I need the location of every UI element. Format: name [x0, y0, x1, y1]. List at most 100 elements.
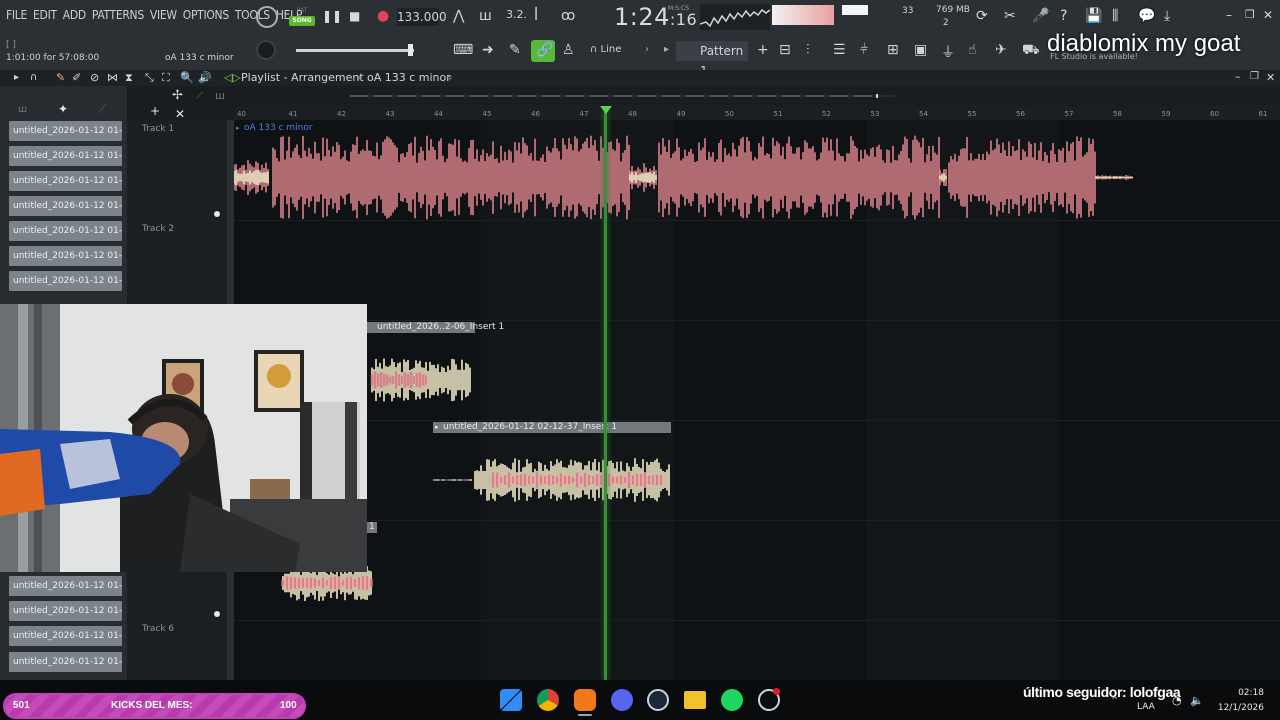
playlist-delete-icon[interactable]: ⊘ — [90, 71, 99, 84]
steam-icon[interactable] — [647, 689, 669, 711]
track-snap-icon[interactable]: ✢ — [172, 88, 183, 103]
picker-clip-item[interactable]: untitled_2026-01-12 01-... — [9, 576, 122, 596]
playlist-maximize-icon[interactable]: ❐ — [1250, 71, 1259, 82]
track-1-label[interactable]: Track 1 — [142, 124, 174, 134]
add-pattern-icon[interactable]: + — [757, 42, 769, 58]
clip-1-title[interactable]: oA 133 c minor — [234, 123, 316, 134]
windows-start-icon[interactable] — [500, 689, 522, 711]
metronome-bell-icon[interactable]: ♙ — [562, 42, 575, 58]
playhead[interactable] — [604, 110, 607, 680]
spotify-icon[interactable] — [721, 689, 743, 711]
picker-clip-item[interactable]: untitled_2026-01-12 01-... — [9, 246, 122, 266]
playlist-pattern-name[interactable]: oA 133 c minor — [367, 71, 451, 84]
playlist-menu-arrow-icon[interactable]: ▸ — [14, 72, 19, 83]
picker-clip-item[interactable]: untitled_2026-01-12 01-... — [9, 146, 122, 166]
menu-add[interactable]: ADD — [63, 8, 86, 22]
breadcrumb-arrow-icon[interactable]: › — [448, 71, 452, 84]
main-knob-icon[interactable] — [256, 6, 278, 28]
download-icon[interactable]: ⤓ — [1164, 8, 1170, 24]
chat-icon[interactable]: 💬 — [1138, 8, 1155, 24]
picker-clip-item[interactable]: untitled_2026-01-12 01-... — [9, 196, 122, 216]
playlist-playback-icon[interactable]: 🔊 — [198, 71, 212, 84]
master-volume-slider[interactable] — [296, 49, 414, 52]
playlist-slip-icon[interactable]: ⧗ — [125, 71, 133, 85]
touch-icon[interactable]: ☝ — [968, 42, 977, 58]
add-track-icon[interactable]: + — [150, 104, 160, 118]
help-icon[interactable]: ? — [1060, 8, 1067, 24]
track-6-label[interactable]: Track 6 — [142, 624, 174, 634]
master-pitch-knob-icon[interactable] — [256, 40, 276, 60]
keyboard-icon[interactable]: ⌨ — [453, 42, 473, 58]
wait-input-icon[interactable]: ꟺ — [479, 8, 492, 24]
clip-2-title[interactable]: untitled_2026..2-06_Insert 1 — [367, 322, 504, 333]
song-overview[interactable] — [350, 94, 895, 98]
remove-track-icon[interactable]: ✕ — [175, 107, 185, 121]
picker-clip-item[interactable]: untitled_2026-01-12 01-... — [9, 171, 122, 191]
track-link-icon[interactable]: ⟋ — [196, 89, 204, 103]
menu-file[interactable]: FILE — [6, 8, 27, 22]
stop-button[interactable]: ■ — [349, 9, 360, 23]
playlist-zoom-icon[interactable]: 🔍 — [180, 71, 194, 84]
track-2-label[interactable]: Track 2 — [142, 224, 174, 234]
record-button[interactable]: ● — [377, 8, 389, 24]
clip-1-waveform[interactable] — [234, 135, 1134, 220]
menu-patterns[interactable]: PATTERNS — [92, 8, 144, 22]
picker-clip-item[interactable]: untitled_2026-01-12 01-... — [9, 221, 122, 241]
track-menu-icon[interactable]: ш — [215, 89, 225, 102]
wifi-icon[interactable]: ◔ — [1172, 694, 1182, 707]
playlist-minimize-icon[interactable]: – — [1235, 70, 1241, 83]
pause-button[interactable]: ❚❚ — [322, 9, 342, 23]
snap-selector[interactable]: ∩ Line — [590, 44, 621, 55]
clip-2-waveform[interactable] — [367, 352, 475, 408]
close-icon[interactable]: ✕ — [1263, 8, 1273, 22]
volume-icon[interactable]: 🔈 — [1190, 694, 1204, 707]
undo-icon[interactable]: ⟳ — [976, 8, 988, 24]
picker-clip-item[interactable]: untitled_2026-01-12 01-... — [9, 121, 122, 141]
master-volume-handle[interactable] — [408, 44, 413, 56]
picker-audio-icon[interactable]: ✦ — [58, 102, 68, 116]
chrome-icon[interactable] — [537, 689, 559, 711]
discord-icon[interactable] — [611, 689, 633, 711]
mic-icon[interactable]: 🎤 — [1032, 8, 1049, 24]
blend-notes-icon[interactable]: ꟾ — [534, 8, 538, 24]
metronome-icon[interactable]: ⋀ — [453, 8, 464, 24]
clip-4-title[interactable]: 1 — [367, 522, 377, 533]
picker-clip-item[interactable]: untitled_2026-01-12 01-... — [9, 626, 122, 646]
playlist-paint-icon[interactable]: ✐ — [72, 71, 81, 84]
playhead-marker-icon[interactable] — [600, 106, 612, 114]
playlist-icon[interactable]: ⊟ — [779, 42, 791, 58]
mixer-icon[interactable]: ⫩ — [860, 42, 868, 58]
taskbar-date[interactable]: 12/1/2026 — [1210, 703, 1264, 713]
arrow-right-icon[interactable]: ➜ — [482, 42, 494, 58]
picker-clip-item[interactable]: untitled_2026-01-12 01-... — [9, 652, 122, 672]
tempo-display[interactable]: 133.000 — [397, 8, 447, 26]
fl-studio-icon[interactable] — [574, 689, 596, 711]
pencil-icon[interactable]: ✎ — [509, 42, 521, 58]
picker-clip-item[interactable]: untitled_2026-01-12 01-... — [9, 271, 122, 291]
pattern-arrow-icon[interactable]: ▸ — [664, 44, 669, 55]
save-icon[interactable]: 💾 — [1085, 8, 1102, 24]
track-5-enable-dot[interactable] — [214, 611, 220, 617]
sliders-icon[interactable]: ⫼ — [1112, 8, 1118, 24]
input-language[interactable]: LAA — [1137, 702, 1155, 712]
clipboard-icon[interactable]: ▣ — [914, 42, 927, 58]
pat-song-toggle[interactable]: PAT SONG — [289, 6, 315, 30]
minimize-icon[interactable]: – — [1226, 8, 1232, 22]
track-1-enable-dot[interactable] — [214, 211, 220, 217]
maximize-icon[interactable]: ❐ — [1245, 8, 1255, 21]
menu-options[interactable]: OPTIONS — [183, 8, 229, 22]
playlist-select-icon[interactable]: ⛶ — [162, 71, 170, 85]
playlist-draw-icon[interactable]: ✎ — [56, 71, 65, 84]
menu-view[interactable]: VIEW — [150, 8, 177, 22]
pattern-selector[interactable]: Pattern 1 — [676, 41, 748, 78]
browser-icon[interactable]: ⊞ — [887, 42, 899, 58]
piano-roll-icon[interactable]: ⫶ — [806, 42, 810, 58]
playlist-mute-icon[interactable]: ⋈ — [107, 71, 118, 84]
snap-arrow-icon[interactable]: › — [645, 44, 649, 55]
playlist-toggle-icon[interactable]: ◁▷ — [224, 71, 241, 84]
tutorial-icon[interactable]: ✈ — [995, 42, 1007, 58]
cut-icon[interactable]: ✂ — [1004, 8, 1016, 24]
taskbar-time[interactable]: 02:18 — [1210, 688, 1264, 698]
cart-icon[interactable]: ⛟ — [1022, 42, 1040, 60]
playlist-magnet-icon[interactable]: ∩ — [30, 72, 37, 83]
